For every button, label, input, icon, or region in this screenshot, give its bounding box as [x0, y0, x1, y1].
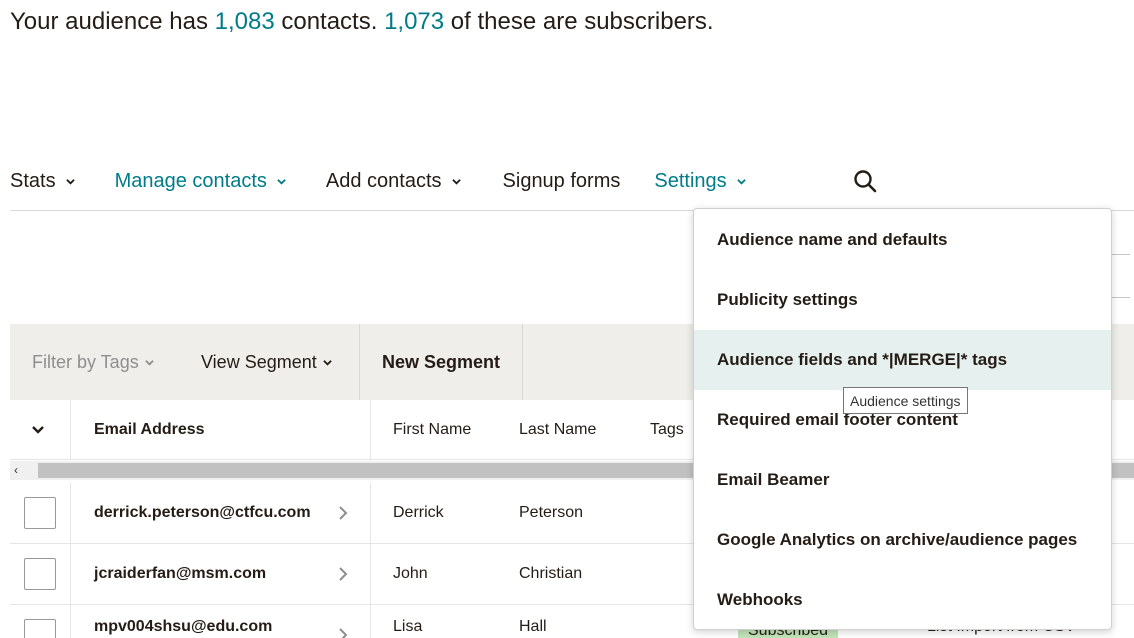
chevron-down-icon — [32, 426, 44, 434]
settings-dropdown-menu: Audience name and defaults Publicity set… — [693, 208, 1112, 630]
view-segment-button[interactable]: View Segment — [201, 324, 332, 400]
nav-settings-label: Settings — [654, 169, 727, 192]
row-last-name: Hall — [519, 618, 547, 635]
chevron-down-icon — [144, 359, 154, 366]
chevron-right-icon[interactable] — [337, 505, 349, 521]
select-all-toggle[interactable] — [32, 400, 44, 460]
new-segment-button[interactable]: New Segment — [359, 324, 523, 400]
column-divider — [70, 483, 71, 543]
chevron-down-icon — [277, 178, 286, 185]
row-first-name: Lisa — [393, 618, 423, 635]
column-divider — [370, 483, 371, 543]
menu-item-audience-fields-merge-tags[interactable]: Audience fields and *|MERGE|* tags — [694, 330, 1111, 390]
menu-item-webhooks[interactable]: Webhooks — [694, 570, 1111, 630]
scroll-left-arrow-icon[interactable]: ‹ — [14, 463, 18, 477]
column-divider — [370, 605, 371, 638]
chevron-down-icon — [451, 178, 461, 185]
filter-by-tags-button[interactable]: Filter by Tags — [32, 324, 154, 400]
summary-middle: contacts. — [274, 8, 385, 35]
contacts-count: 1,083 — [214, 8, 275, 35]
chevron-right-icon[interactable] — [337, 566, 349, 582]
row-last-name: Christian — [519, 565, 583, 582]
column-tags[interactable]: Tags — [650, 400, 684, 460]
row-first-name: Derrick — [393, 504, 444, 521]
row-first-name: John — [393, 565, 428, 582]
tooltip: Audience settings — [843, 387, 968, 414]
menu-item-email-beamer[interactable]: Email Beamer — [694, 450, 1111, 510]
nav-stats-label: Stats — [10, 169, 56, 192]
row-checkbox[interactable] — [24, 619, 56, 638]
row-email[interactable]: derrick.peterson@ctfcu.com — [94, 483, 311, 543]
menu-item-audience-name-defaults[interactable]: Audience name and defaults — [694, 210, 1111, 270]
new-segment-label: New Segment — [381, 351, 501, 372]
column-divider — [70, 605, 71, 638]
nav-manage-contacts[interactable]: Manage contacts — [115, 170, 286, 193]
column-divider — [70, 544, 71, 604]
column-first-name[interactable]: First Name — [393, 400, 471, 460]
filter-by-tags-label: Filter by Tags — [32, 351, 139, 372]
nav-signup-forms[interactable]: Signup forms — [503, 170, 621, 193]
chevron-down-icon — [322, 359, 332, 366]
chevron-down-icon — [65, 178, 75, 185]
row-email[interactable]: jcraiderfan@msm.com — [94, 544, 266, 604]
nav-add-contacts[interactable]: Add contacts — [326, 170, 461, 193]
subscribers-count: 1,073 — [384, 8, 445, 35]
nav-add-contacts-label: Add contacts — [325, 169, 442, 192]
row-checkbox[interactable] — [24, 558, 56, 590]
menu-item-publicity-settings[interactable]: Publicity settings — [694, 270, 1111, 330]
column-email[interactable]: Email Address — [94, 400, 205, 460]
audience-summary: Your audience has 1,083 contacts. 1,073 … — [10, 8, 714, 36]
search-icon[interactable] — [852, 168, 878, 194]
column-divider — [370, 400, 371, 460]
row-checkbox[interactable] — [24, 497, 56, 529]
nav-manage-contacts-label: Manage contacts — [114, 169, 267, 192]
nav-signup-forms-label: Signup forms — [502, 169, 621, 192]
search-field-edge[interactable] — [1110, 254, 1130, 298]
chevron-right-icon[interactable] — [337, 627, 349, 638]
nav-settings[interactable]: Settings — [654, 169, 746, 193]
audience-nav: Stats Manage contacts Add contacts Signu… — [10, 160, 1134, 202]
nav-stats[interactable]: Stats — [10, 170, 75, 193]
column-divider — [70, 400, 71, 460]
row-email[interactable]: mpv004shsu@edu.com — [94, 618, 272, 638]
summary-suffix: of these are subscribers. — [444, 8, 714, 35]
column-last-name[interactable]: Last Name — [519, 400, 596, 460]
chevron-down-icon — [736, 178, 746, 185]
view-segment-label: View Segment — [201, 351, 317, 372]
menu-item-google-analytics[interactable]: Google Analytics on archive/audience pag… — [694, 510, 1111, 570]
summary-prefix: Your audience has — [10, 8, 215, 35]
column-divider — [370, 544, 371, 604]
row-last-name: Peterson — [519, 504, 584, 521]
